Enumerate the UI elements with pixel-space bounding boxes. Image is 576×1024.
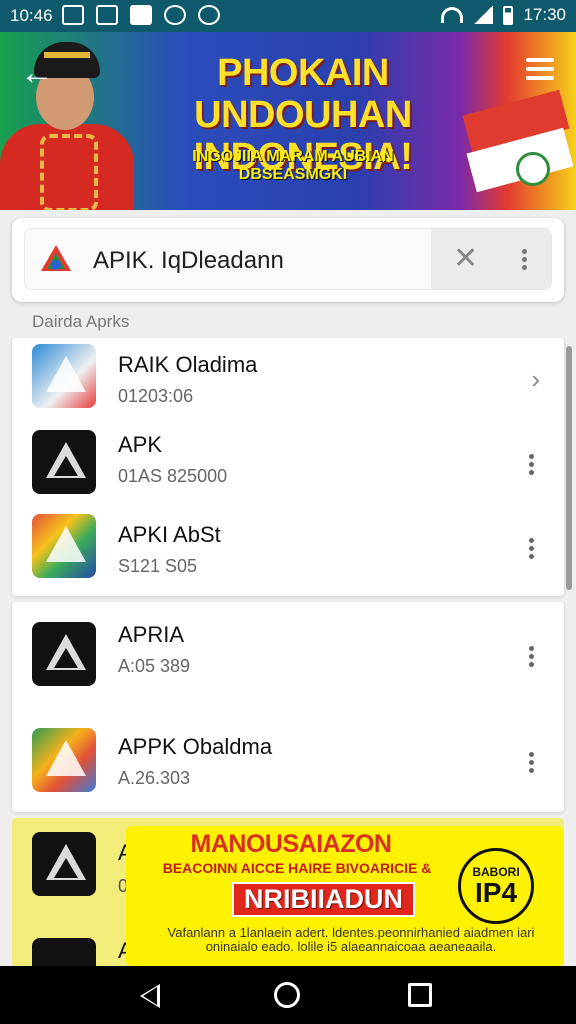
app-name: RAIK Oladima xyxy=(118,352,258,377)
circle-app-icon xyxy=(164,5,186,25)
search-input[interactable]: APIK. IqDleadann ✕ xyxy=(24,228,552,290)
app-icon xyxy=(32,344,96,408)
clear-icon[interactable]: ✕ xyxy=(453,241,478,276)
ad-main-text: NRIBIIADUN xyxy=(232,882,415,917)
menu-icon[interactable] xyxy=(526,58,554,80)
nav-home-icon[interactable] xyxy=(274,982,300,1008)
app-meta: 01AS 825000 xyxy=(118,466,228,486)
notification-icons xyxy=(62,5,220,25)
app-icon xyxy=(32,514,96,578)
more-vert-icon[interactable] xyxy=(529,752,534,773)
list-item[interactable]: APPK Obaldma A.26.303 xyxy=(12,722,564,802)
more-vert-icon[interactable] xyxy=(529,454,534,475)
nav-recents-icon[interactable] xyxy=(408,983,432,1007)
app-list-card: APRIA A:05 389 APPK Obaldma A.26.303 xyxy=(12,602,564,812)
search-value: APIK. IqDleadann xyxy=(93,247,284,274)
app-icon xyxy=(32,832,96,896)
photo-icon xyxy=(96,5,118,25)
app-meta: A.26.303 xyxy=(118,768,191,788)
app-name: APKI AbSt xyxy=(118,522,221,547)
more-vert-icon[interactable] xyxy=(522,249,527,270)
list-item[interactable]: APRIA A:05 389 xyxy=(12,616,564,696)
window-icon xyxy=(62,5,84,25)
app-meta: A:05 389 xyxy=(118,656,191,676)
status-time: 10:46 xyxy=(10,6,53,25)
ad-badge: BABORI IP4 xyxy=(458,848,534,924)
ad-title: MANOUSAIAZON xyxy=(190,830,392,858)
status-bar: 10:46 17:30 xyxy=(0,0,576,32)
app-icon xyxy=(32,430,96,494)
list-item[interactable]: APK 01AS 825000 xyxy=(12,424,564,504)
nav-back-icon[interactable] xyxy=(140,984,160,1008)
ad-subtitle: BEACOINN AICCE HAIRE BIVOARICIE & xyxy=(162,860,432,876)
sync-icon xyxy=(198,5,220,25)
more-vert-icon[interactable] xyxy=(529,538,534,559)
navigation-bar xyxy=(0,966,576,1024)
wifi-icon xyxy=(441,7,464,23)
app-logo-icon xyxy=(41,245,71,271)
app-meta: S121 S05 xyxy=(118,556,198,576)
app-icon xyxy=(32,938,96,968)
list-item[interactable]: APKI AbSt S121 S05 xyxy=(12,508,564,588)
list-item[interactable]: RAIK Oladima 01203:06 › xyxy=(12,338,564,418)
system-icons: 17:30 xyxy=(441,5,566,25)
app-notification-icon xyxy=(130,5,152,25)
app-meta: 01203:06 xyxy=(118,386,194,406)
chevron-right-icon[interactable]: › xyxy=(531,364,540,395)
app-name: APK xyxy=(118,432,163,457)
banner-badge-icon xyxy=(516,152,550,186)
app-name: APPK Obaldma xyxy=(118,734,273,759)
scrollbar[interactable] xyxy=(566,346,572,590)
search-card: APIK. IqDleadann ✕ xyxy=(12,218,564,302)
app-icon xyxy=(32,622,96,686)
status-clock: 17:30 xyxy=(523,5,566,24)
header-banner: ← PHOKAIN UNDOUHAN INDONESIA! INGOJIIA M… xyxy=(0,32,576,210)
battery-icon xyxy=(503,5,514,25)
ad-fine-print: Vafanlann a 1lanlaein adert. ldentes.peo… xyxy=(167,925,535,954)
section-label: Dairda Aprks xyxy=(32,312,130,331)
ad-badge-main: IP4 xyxy=(474,877,518,908)
search-actions: ✕ xyxy=(431,229,551,289)
back-arrow-icon[interactable]: ← xyxy=(20,56,54,90)
signal-icon xyxy=(473,6,494,24)
more-vert-icon[interactable] xyxy=(529,646,534,667)
app-list-card: RAIK Oladima 01203:06 › APK 01AS 825000 … xyxy=(12,338,564,596)
banner-subtitle: INGOJIIA MARAM AUBIAN DBSEASMGKI xyxy=(192,148,394,183)
ad-banner[interactable]: MANOUSAIAZON BEACOINN AICCE HAIRE BIVOAR… xyxy=(126,826,564,966)
app-name: APRIA xyxy=(118,622,185,647)
banner-title-line1: PHOKAIN UNDOUHAN xyxy=(194,52,412,136)
app-icon xyxy=(32,728,96,792)
